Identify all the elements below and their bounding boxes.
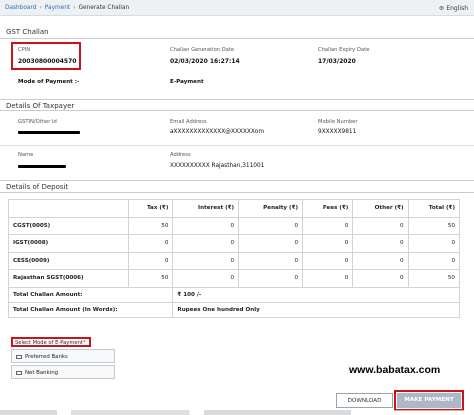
header-tax: Tax (₹)	[127, 199, 174, 218]
total-words-row: Total Challan Amount (In Words): Rupees …	[7, 301, 460, 318]
header-total: Total (₹)	[407, 199, 461, 218]
option-net-banking[interactable]: Net Banking	[11, 365, 115, 379]
cell-interest: 0	[172, 269, 240, 288]
generation-date-label: Challan Generation Date	[170, 47, 235, 53]
cell-fees: 0	[302, 216, 354, 235]
cell-total: 0	[407, 251, 461, 270]
cell-fees: 0	[302, 251, 354, 270]
mode-of-payment-label: Mode of Payment :-	[18, 79, 80, 85]
total-amount-label: Total Challan Amount:	[7, 286, 174, 303]
row-label: CESS(0009)	[8, 251, 129, 270]
cell-total: 0	[407, 234, 461, 253]
cell-fees: 0	[302, 234, 354, 253]
address-label: Address	[170, 152, 191, 158]
header-fees: Fees (₹)	[302, 199, 354, 218]
total-amount-value: ₹ 100 /-	[172, 286, 460, 303]
cell-penalty: 0	[238, 216, 304, 235]
row-label: IGST(0008)	[8, 234, 129, 253]
table-row: IGST(0008) 0 0 0 0 0 0	[8, 234, 461, 253]
make-payment-button[interactable]: MAKE PAYMENT	[394, 390, 464, 411]
language-selector[interactable]: ⊕ English	[439, 4, 468, 12]
cell-penalty: 0	[238, 269, 304, 288]
watermark: www.babatax.com	[349, 364, 441, 376]
table-row: CESS(0009) 0 0 0 0 0 0	[8, 251, 461, 270]
deposit-heading: Details of Deposit	[0, 180, 474, 193]
cpin-label: CPIN	[18, 47, 31, 53]
gst-challan-heading: GST Challan	[0, 28, 474, 39]
mobile-value: 9XXXXX9811	[318, 129, 357, 135]
address-value: XXXXXXXXXX Rajasthan,311001	[170, 163, 265, 169]
cell-other: 0	[352, 216, 409, 235]
cut-off-footer-text	[0, 410, 474, 415]
row-label: CGST(0005)	[8, 216, 129, 235]
table-row: Rajasthan SGST(0006) 50 0 0 0 0 50	[8, 269, 461, 288]
breadcrumb-trail: Dashboard › Payment › Generate Challan	[5, 5, 129, 11]
cell-total: 50	[407, 269, 461, 288]
row-label: Rajasthan SGST(0006)	[8, 269, 129, 288]
cell-interest: 0	[172, 216, 240, 235]
header-cell-empty	[8, 199, 129, 218]
required-mark: *	[82, 340, 86, 346]
cell-penalty: 0	[238, 251, 304, 270]
gstin-label: GSTIN/Other Id	[18, 119, 57, 125]
email-label: Email Address	[170, 119, 207, 125]
cell-penalty: 0	[238, 234, 304, 253]
download-button[interactable]: DOWNLOAD	[336, 393, 393, 408]
breadcrumb-current: Generate Challan	[78, 5, 130, 11]
bank-icon	[16, 354, 22, 359]
email-value: aXXXXXXXXXXXXX@XXXXXXom	[170, 129, 264, 135]
header-penalty: Penalty (₹)	[238, 199, 304, 218]
globe-icon: ⊕	[438, 4, 445, 12]
cell-other: 0	[352, 269, 409, 288]
option-preferred-banks[interactable]: Preferred Banks	[11, 349, 115, 363]
cell-other: 0	[352, 251, 409, 270]
option-label: Net Banking	[25, 370, 59, 376]
select-epayment-text: Select Mode of E-Payment	[15, 340, 83, 346]
deposit-table: Tax (₹) Interest (₹) Penalty (₹) Fees (₹…	[7, 199, 461, 318]
table-row: CGST(0005) 50 0 0 0 0 50	[8, 216, 461, 235]
cell-tax: 0	[127, 234, 174, 253]
generation-date-value: 02/03/2020 16:27:14	[170, 58, 240, 65]
cell-tax: 0	[127, 251, 174, 270]
cell-total: 50	[407, 216, 461, 235]
header-other: Other (₹)	[352, 199, 409, 218]
mobile-label: Mobile Number	[318, 119, 358, 125]
total-words-value: Rupees One hundred Only	[172, 301, 460, 318]
language-label: English	[446, 5, 468, 12]
total-amount-row: Total Challan Amount: ₹ 100 /-	[7, 286, 460, 303]
cell-interest: 0	[172, 251, 240, 270]
expiry-date-value: 17/03/2020	[318, 58, 356, 65]
breadcrumb: Dashboard › Payment › Generate Challan ⊕ Engl…	[0, 0, 474, 16]
select-epayment-label: Select Mode of E-Payment*	[11, 337, 91, 347]
bank-icon	[16, 370, 22, 375]
breadcrumb-payment-link[interactable]: Payment	[45, 5, 70, 11]
divider	[0, 145, 474, 146]
breadcrumb-dashboard-link[interactable]: Dashboard	[5, 5, 36, 11]
option-label: Preferred Banks	[25, 354, 68, 360]
expiry-date-label: Challan Expiry Date	[318, 47, 370, 53]
cpin-value: 20030800004570	[18, 58, 77, 65]
name-label: Name	[18, 152, 34, 158]
cell-tax: 50	[127, 216, 174, 235]
cell-other: 0	[352, 234, 409, 253]
table-header-row: Tax (₹) Interest (₹) Penalty (₹) Fees (₹…	[8, 199, 461, 218]
cell-fees: 0	[302, 269, 354, 288]
total-words-label: Total Challan Amount (In Words):	[7, 301, 174, 318]
redacted-name	[18, 165, 66, 168]
taxpayer-heading: Details Of Taxpayer	[0, 99, 474, 111]
cell-interest: 0	[172, 234, 240, 253]
redacted-gstin	[18, 131, 80, 134]
mode-of-payment-value: E-Payment	[170, 79, 204, 85]
breadcrumb-separator: ›	[39, 5, 42, 11]
breadcrumb-separator: ›	[73, 5, 76, 11]
cell-tax: 50	[127, 269, 174, 288]
header-interest: Interest (₹)	[172, 199, 240, 218]
